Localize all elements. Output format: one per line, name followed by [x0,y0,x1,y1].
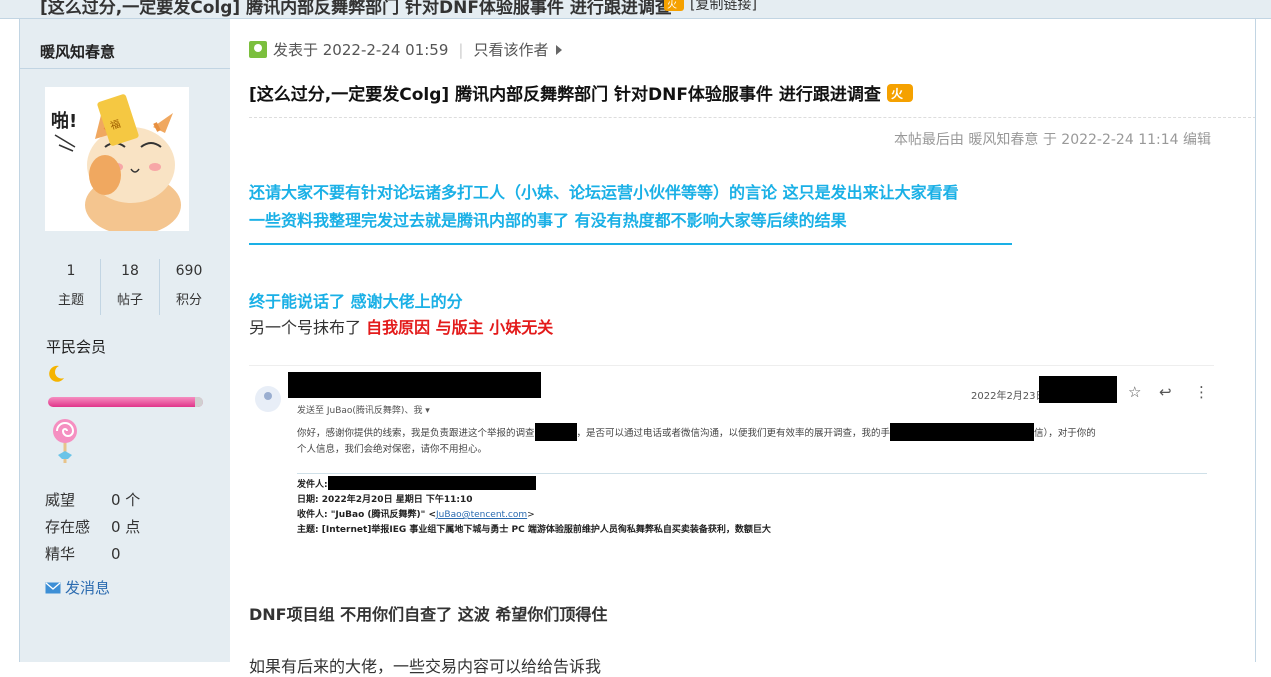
send-message-label: 发消息 [65,579,111,597]
stat-label: 积分 [175,293,202,308]
level-progress-bar [48,397,203,407]
redaction-block [534,423,577,441]
email-body-text: 信），对于你的 [1034,428,1096,439]
post-content: 发表于 2022-2-24 01:59 | 只看该作者 [这么过分,一定要发Colg… [231,19,1271,676]
moon-icon [46,364,66,388]
email-date: 2022年2月23日 [971,391,1046,402]
user-group[interactable]: 平民会员 [46,336,106,357]
online-status-icon [249,41,267,58]
caret-right-icon [556,45,563,55]
reply-icon: ↩ [1159,383,1172,401]
more-icon: ⋮ [1194,383,1209,401]
sender-avatar-icon [255,386,281,412]
post-line: 一些资料我整理完发过去就是腾讯内部的事了 有没有热度都不影响大家等后续的结果 [249,211,847,230]
post-line-highlight: 自我原因 与版主 小妹无关 [366,318,554,337]
post-line-prefix: 另一个号抹布了 [249,318,367,337]
stat-threads[interactable]: 1 主题 [42,259,100,315]
redaction-block [1039,376,1117,403]
divider [20,68,230,69]
thread-title: [这么过分,一定要发Colg] 腾讯内部反舞弊部门 针对DNF体验服事件 进行跟… [40,0,672,18]
fwd-to-email-link[interactable]: JuBao@tencent.com [436,510,527,520]
left-border [0,19,20,662]
prop-digest: 精华 0 [45,543,121,564]
fwd-to-suffix: > [527,510,535,520]
prop-value: 0 个 [111,491,141,509]
prop-key: 存在感 [45,518,91,536]
stat-label: 主题 [57,293,84,308]
post-line: 如果有后来的大佬，一些交易内容可以给给告诉我 [249,657,602,676]
prop-prestige: 威望 0 个 [45,489,140,510]
email-body-text: 你好，感谢你提供的线索，我是负责跟进这个举报的调查 [297,428,535,439]
divider: | [458,41,464,59]
stat-value: 18 [121,263,139,279]
post-meta: 发表于 2022-2-24 01:59 | 只看该作者 [249,39,563,60]
email-body: 你好，感谢你提供的线索，我是负责跟进这个举报的调查 ，是否可以通过电话或者微信沟通… [297,423,1096,458]
thread-title-bar: [这么过分,一定要发Colg] 腾讯内部反舞弊部门 针对DNF体验服事件 进行跟… [0,0,1271,19]
author-sidebar: 暖风知春意 福 啪! 1 主题 18 帖子 690 积分 平民会员 威望 0 个… [20,19,230,662]
post-title: [这么过分,一定要发Colg] 腾讯内部反舞弊部门 针对DNF体验服事件 进行跟… [249,80,913,107]
email-screenshot[interactable]: 2022年2月23日 ☆ ↩ ⋮ 发送至 JuBao(腾讯反舞弊)、我 ▾ 你好… [249,365,1214,546]
author-stats: 1 主题 18 帖子 690 积分 [42,259,218,315]
fwd-to: 收件人: "JuBao (腾讯反舞弊)" < [297,510,437,520]
fwd-date: 日期: 2022年2月20日 星期日 下午11:10 [297,495,473,505]
prop-key: 精华 [45,545,76,563]
stat-posts[interactable]: 18 帖子 [100,259,159,315]
redaction-block [327,476,536,490]
svg-text:啪!: 啪! [51,110,77,132]
post-line: DNF项目组 不用你们自查了 这波 希望你们顶得住 [249,605,608,624]
hot-icon: 火 [664,0,684,15]
email-body-text: 个人信息，我们会绝对保密，请你不用担心。 [297,444,488,455]
stat-value: 1 [66,263,76,279]
right-border [1255,19,1271,662]
mail-icon [45,582,61,594]
author-name[interactable]: 暖风知春意 [40,41,115,62]
redaction-block [288,372,541,398]
email-body-text: ，是否可以通过电话或者微信沟通，以便我们更有效率的展开调查，我的手 [576,428,891,439]
svg-text:火: 火 [891,87,904,101]
post-time: 发表于 2022-2-24 01:59 [273,41,449,59]
stat-label: 帖子 [116,293,143,308]
divider [249,117,1271,118]
send-message-link[interactable]: 发消息 [45,577,110,598]
copy-link[interactable]: [复制链接] [690,0,757,14]
post-title-text: [这么过分,一定要发Colg] 腾讯内部反舞弊部门 针对DNF体验服事件 进行跟… [249,85,881,105]
email-recipients: 发送至 JuBao(腾讯反舞弊)、我 ▾ [297,406,430,416]
stat-points[interactable]: 690 积分 [159,259,218,315]
cyan-rule [249,243,1012,245]
hot-icon: 火 [886,84,913,107]
prop-value: 0 [111,545,121,563]
svg-text:火: 火 [667,0,677,11]
prop-key: 威望 [45,491,76,509]
prop-value: 0 点 [111,518,141,536]
avatar[interactable]: 福 啪! [45,87,189,235]
post-line: 还请大家不要有针对论坛诸多打工人（小妹、论坛运营小伙伴等等）的言论 这只是发出来… [249,183,959,202]
fwd-from: 发件人: [297,480,328,490]
forwarded-header: 发件人: 日期: 2022年2月20日 星期日 下午11:10 收件人: "Ju… [297,476,771,538]
last-edit-note: 本帖最后由 暖风知春意 于 2022-2-24 11:14 编辑 [893,132,1211,148]
star-icon: ☆ [1128,383,1142,401]
stat-value: 690 [175,263,203,279]
prop-presence: 存在感 0 点 [45,516,140,537]
divider [297,473,1207,474]
post-line: 终于能说话了 感谢大佬上的分 [249,292,463,311]
lollipop-medal-icon[interactable] [48,417,82,471]
post-line: 另一个号抹布了 自我原因 与版主 小妹无关 [249,314,553,338]
only-author-link[interactable]: 只看该作者 [473,41,548,59]
redaction-block [890,423,1035,441]
fwd-subject: 主题: [Internet]举报IEG 事业组下属地下城与勇士 PC 端游体验服… [297,525,771,535]
